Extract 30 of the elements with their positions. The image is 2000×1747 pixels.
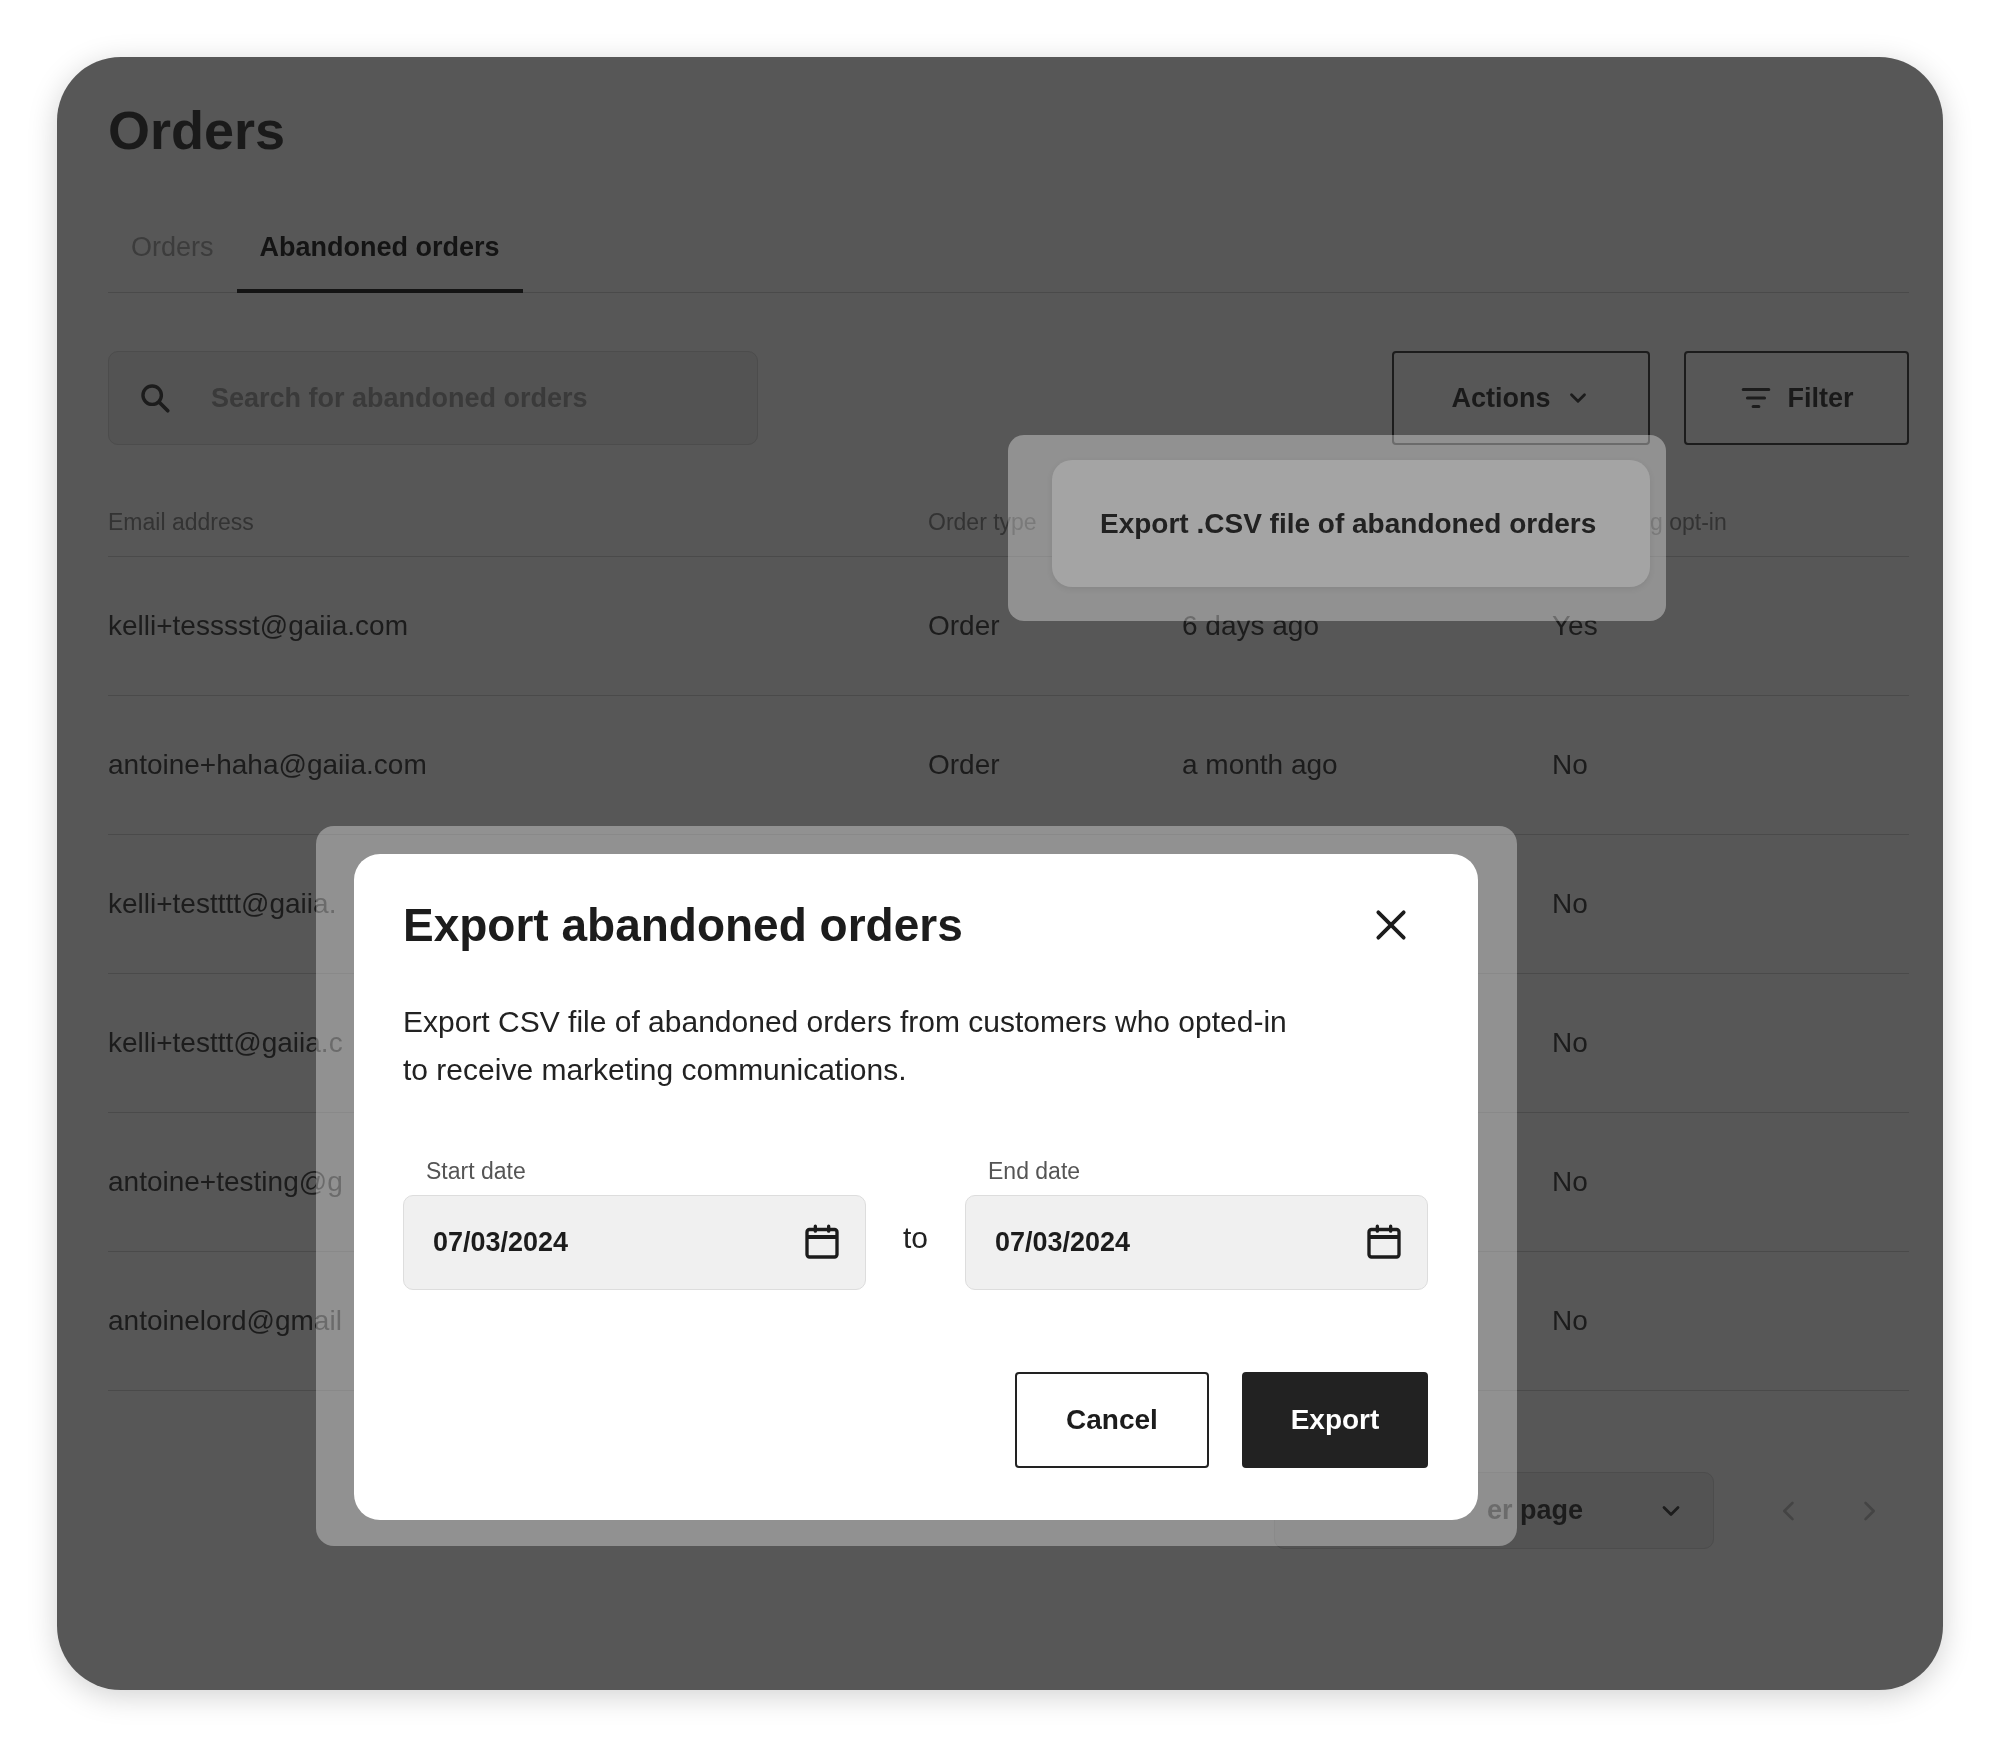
table-cell: kelli+testttt@gaiia. (108, 888, 337, 919)
table-cell: a month ago (1182, 749, 1338, 780)
table-cell-text: Yes (1552, 610, 1599, 642)
cancel-button[interactable]: Cancel (1015, 1372, 1209, 1468)
field-label: End date (987, 1158, 1082, 1185)
dialog-title: Export abandoned orders (403, 898, 963, 953)
search-icon (138, 381, 172, 415)
table-cell: kelli+testtt@gaiia.c (108, 1027, 343, 1058)
range-separator: to (902, 1220, 929, 1256)
table-cell: antoine+testing@g (108, 1166, 343, 1197)
field-label: Start date (425, 1158, 527, 1185)
table-cell-text: No (1552, 1166, 1589, 1198)
table-cell: Order (928, 749, 1000, 780)
date-field[interactable]: 07/03/2024 (965, 1195, 1428, 1290)
calendar-icon[interactable] (802, 1222, 842, 1262)
table-cell-text: No (1552, 1027, 1589, 1059)
table-cell: kelli+tesssst@gaiia.com (108, 610, 408, 641)
page-title: Orders (108, 99, 287, 162)
dialog-text: Export CSV file of abandoned orders from customers who opted-in to receive marketing communications. (403, 1004, 1288, 1088)
export-button[interactable]: Export (1242, 1372, 1428, 1468)
calendar-icon[interactable] (1364, 1222, 1404, 1262)
table-cell-text: No (1552, 888, 1589, 920)
table-cell: antoine+haha@gaiia.com (108, 749, 427, 780)
table-cell: Order (928, 610, 1000, 641)
table-cell: antoinelord@gmail (108, 1305, 342, 1336)
menu-item[interactable]: Export .CSV file of abandoned orders (1052, 460, 1650, 587)
date-field[interactable]: 07/03/2024 (403, 1195, 866, 1290)
table-cell-text: No (1552, 1305, 1589, 1337)
table-cell-text: No (1552, 749, 1589, 781)
table-cell: 6 days ago (1182, 610, 1319, 641)
